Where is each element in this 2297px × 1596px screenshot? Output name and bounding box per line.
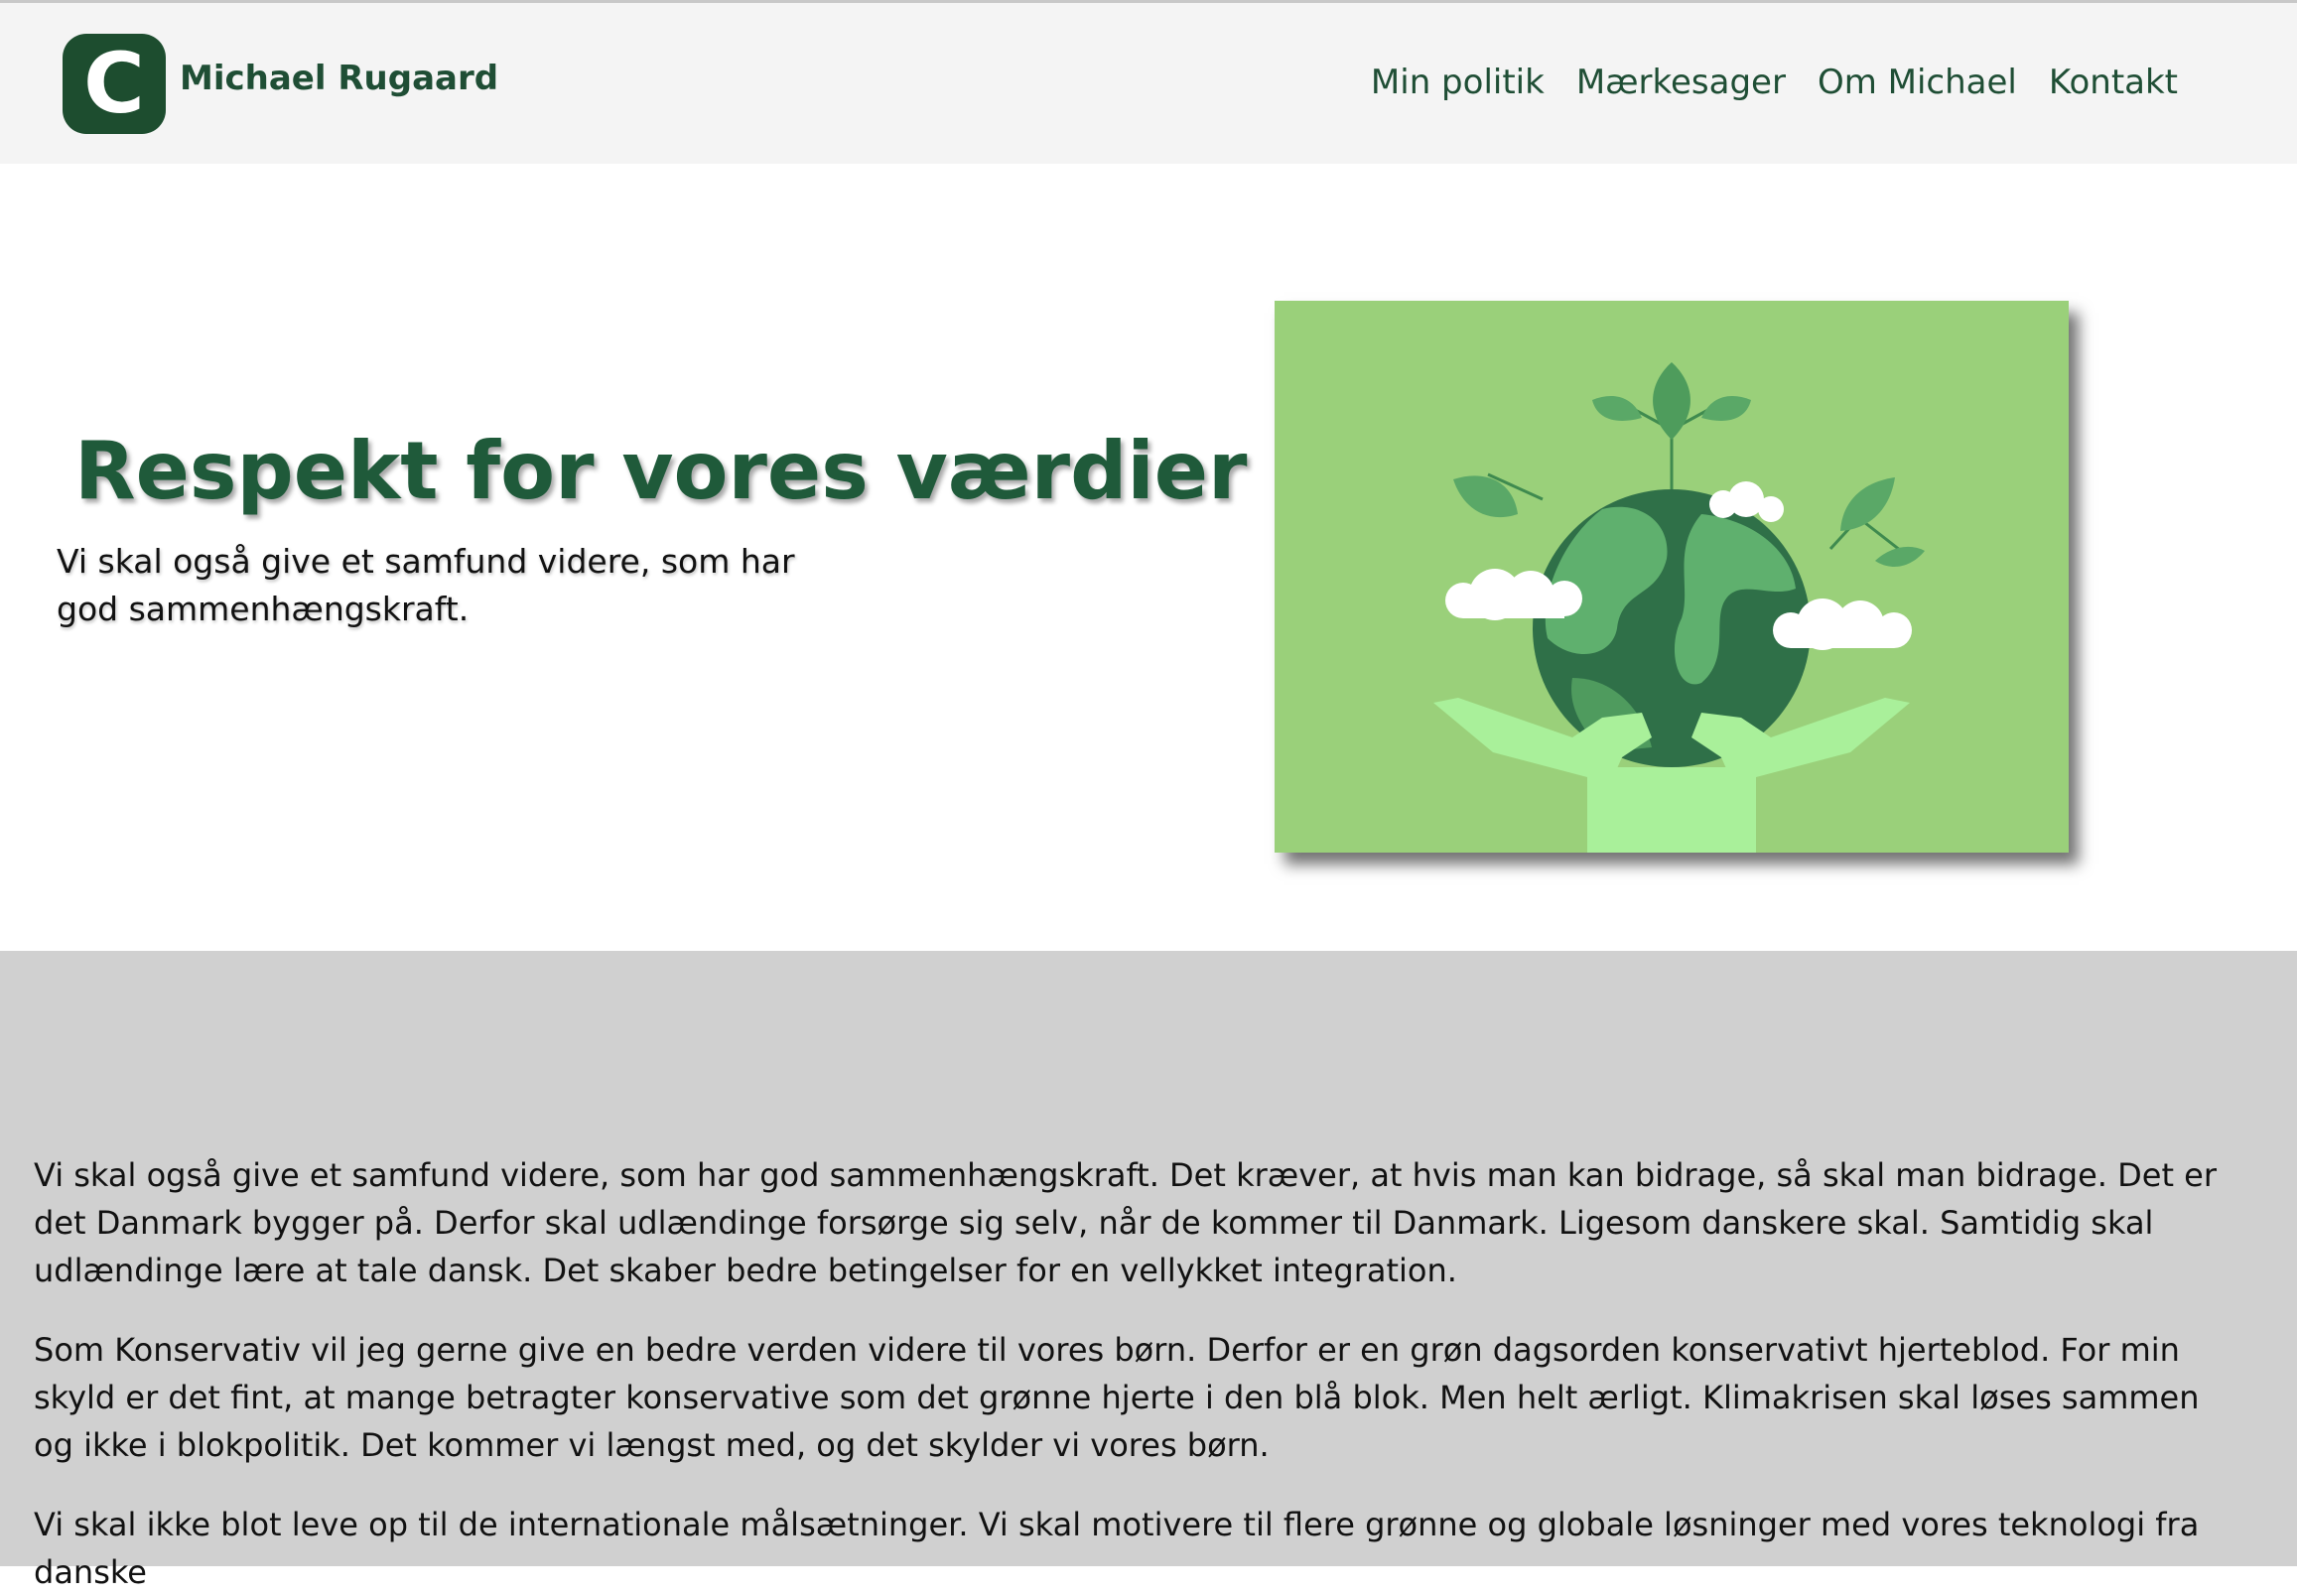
- main-nav: Min politik Mærkesager Om Michael Kontak…: [1371, 63, 2178, 102]
- site-header: C Michael Rugaard Min politik Mærkesager…: [0, 3, 2297, 164]
- content-paragraph-1: Vi skal også give et samfund videre, som…: [34, 1156, 2217, 1289]
- nav-maerkesager[interactable]: Mærkesager: [1576, 63, 1786, 102]
- content-paragraph-3: Vi skal ikke blot leve op til de interna…: [34, 1506, 2200, 1591]
- nav-om-michael[interactable]: Om Michael: [1818, 63, 2017, 102]
- content-paragraph-2: Som Konservativ vil jeg gerne give en be…: [34, 1331, 2200, 1464]
- globe-in-hands-illustration: [1275, 301, 2069, 853]
- logo-letter: C: [83, 35, 145, 132]
- hero-subtitle: Vi skal også give et samfund videre, som…: [57, 542, 795, 628]
- content-section: Vi skal også give et samfund videre, som…: [0, 951, 2297, 1591]
- site-brand-name[interactable]: Michael Rugaard: [180, 59, 498, 98]
- party-logo-icon[interactable]: C: [63, 34, 166, 134]
- hero-title: Respekt for vores værdier: [74, 425, 1248, 517]
- nav-min-politik[interactable]: Min politik: [1371, 63, 1545, 102]
- nav-kontakt[interactable]: Kontakt: [2049, 63, 2178, 102]
